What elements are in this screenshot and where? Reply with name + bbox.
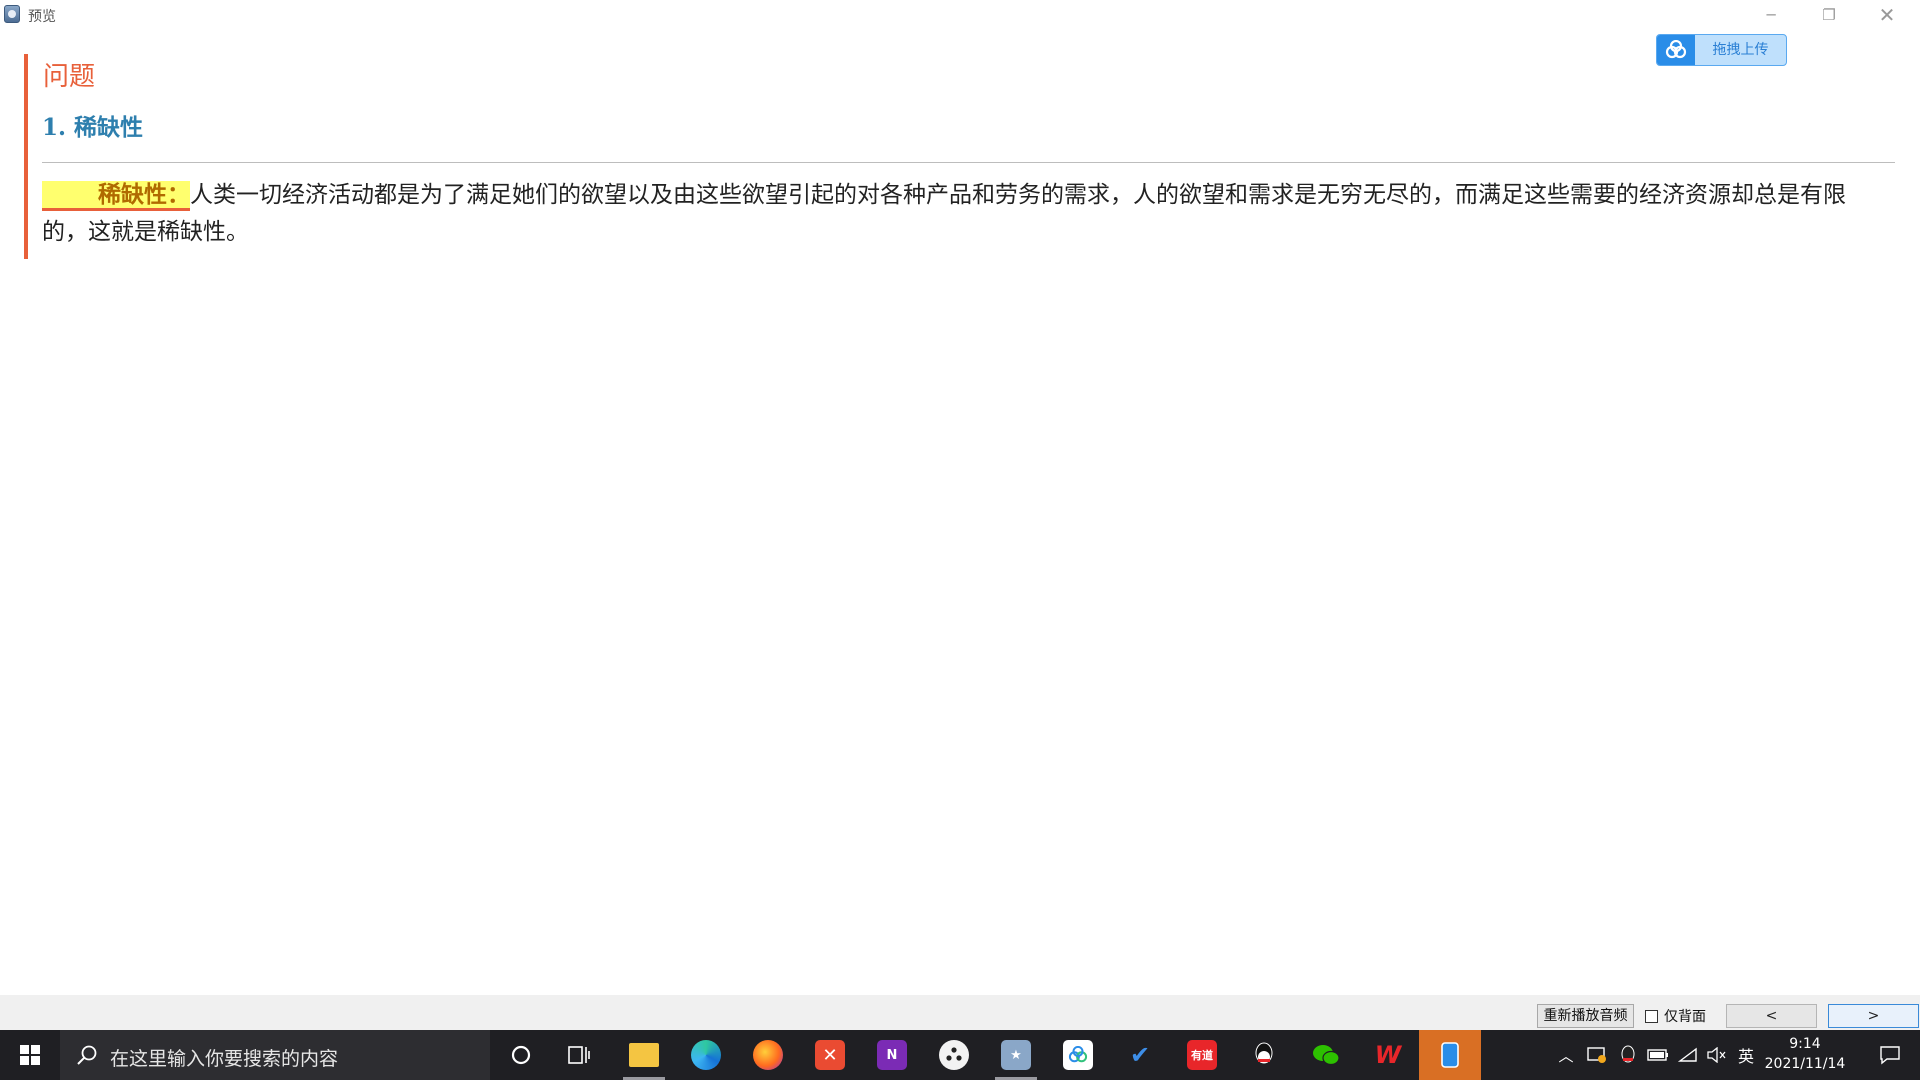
phone-link-icon (1435, 1040, 1465, 1070)
anki-icon: ★ (1001, 1040, 1031, 1070)
clock-time: 9:14 (1789, 1036, 1821, 1052)
todo-icon: ✔ (1129, 1041, 1151, 1069)
taskbar-app-phone-link[interactable] (1419, 1030, 1481, 1080)
cortana-button[interactable] (490, 1030, 552, 1080)
restore-button[interactable]: ❐ (1800, 0, 1858, 30)
definition-paragraph: 稀缺性：人类一切经济活动都是为了满足她们的欲望以及由这些欲望引起的对各种产品和劳… (42, 176, 1887, 251)
cortana-icon (511, 1045, 531, 1065)
taskbar-clock[interactable]: 9:14 2021/11/14 (1755, 1034, 1855, 1074)
task-view-button[interactable] (548, 1030, 610, 1080)
search-placeholder: 在这里输入你要搜索的内容 (110, 1048, 339, 1070)
title-bar: 预览 ─ ❐ ✕ (0, 0, 1920, 30)
taskbar-app-wps[interactable]: W (1357, 1030, 1419, 1080)
xmind-icon: ✕ (815, 1040, 845, 1070)
clock-date: 2021/11/14 (1764, 1056, 1846, 1072)
youdao-icon: 有道 (1187, 1040, 1217, 1070)
file-explorer-icon (629, 1043, 659, 1067)
section-heading: 1. 稀缺性 (42, 114, 144, 141)
drag-upload-label: 拖拽上传 (1712, 42, 1769, 58)
taskbar-app-todo[interactable]: ✔ (1109, 1030, 1171, 1080)
edge-icon (691, 1040, 721, 1070)
drag-upload-button[interactable]: 拖拽上传 (1656, 34, 1787, 66)
taskbar-app-davinci[interactable] (923, 1030, 985, 1080)
taskbar-app-onenote[interactable]: N (861, 1030, 923, 1080)
taskbar-app-firefox[interactable] (737, 1030, 799, 1080)
onenote-icon: N (877, 1040, 907, 1070)
battery-icon[interactable] (1644, 1030, 1672, 1080)
start-button[interactable] (0, 1030, 60, 1080)
taskbar-search[interactable]: 在这里输入你要搜索的内容 (60, 1030, 490, 1080)
volume-icon[interactable] (1702, 1030, 1730, 1080)
next-card-button[interactable]: > (1828, 1004, 1919, 1028)
window-title: 预览 (28, 9, 56, 25)
card-accent-bar (24, 54, 28, 259)
task-view-icon (568, 1046, 590, 1064)
taskbar-app-baidu-netdisk[interactable] (1047, 1030, 1109, 1080)
minimize-button[interactable]: ─ (1742, 0, 1800, 30)
definition-text: 人类一切经济活动都是为了满足她们的欲望以及由这些欲望引起的对各种产品和劳务的需求… (42, 182, 1846, 245)
taskbar-app-anki[interactable]: ★ (985, 1030, 1047, 1080)
previous-card-button[interactable]: < (1726, 1004, 1817, 1028)
anki-app-icon (4, 5, 20, 23)
action-center-button[interactable] (1860, 1030, 1920, 1080)
baidu-netdisk-icon (1063, 1040, 1093, 1070)
chevron-up-icon: ︿ (1558, 1046, 1574, 1065)
tray-qq-icon[interactable] (1614, 1030, 1642, 1080)
tray-security-icon[interactable] (1582, 1030, 1612, 1080)
firefox-icon (753, 1040, 783, 1070)
taskbar-app-xmind[interactable]: ✕ (799, 1030, 861, 1080)
qq-icon (1249, 1040, 1279, 1070)
taskbar-app-qq[interactable] (1233, 1030, 1295, 1080)
show-hidden-icons-button[interactable]: ︿ (1554, 1030, 1578, 1080)
taskbar-app-youdao[interactable]: 有道 (1171, 1030, 1233, 1080)
wps-icon: W (1374, 1041, 1402, 1069)
windows-logo-icon (20, 1045, 40, 1065)
term-highlight: 稀缺性： (42, 181, 190, 211)
davinci-icon (939, 1040, 969, 1070)
taskbar-app-edge[interactable] (675, 1030, 737, 1080)
back-only-checkbox[interactable] (1645, 1009, 1658, 1023)
close-button[interactable]: ✕ (1858, 0, 1916, 30)
taskbar-app-wechat[interactable] (1295, 1030, 1357, 1080)
search-icon (77, 1045, 97, 1065)
replay-audio-button[interactable]: 重新播放音频 (1537, 1004, 1634, 1028)
back-only-toggle[interactable]: 仅背面 (1645, 1006, 1706, 1026)
question-label: 问题 (43, 62, 96, 92)
wechat-icon (1311, 1040, 1341, 1070)
taskbar: 在这里输入你要搜索的内容 ✕ N ★ ✔ 有道 W ︿ 英 9:14 2021/… (0, 1030, 1920, 1080)
taskbar-app-file-explorer[interactable] (613, 1030, 675, 1080)
cloud-upload-icon (1657, 35, 1695, 65)
back-only-label: 仅背面 (1664, 1009, 1706, 1025)
divider (42, 162, 1895, 163)
wifi-icon[interactable] (1674, 1030, 1702, 1080)
notification-icon (1880, 1046, 1900, 1065)
